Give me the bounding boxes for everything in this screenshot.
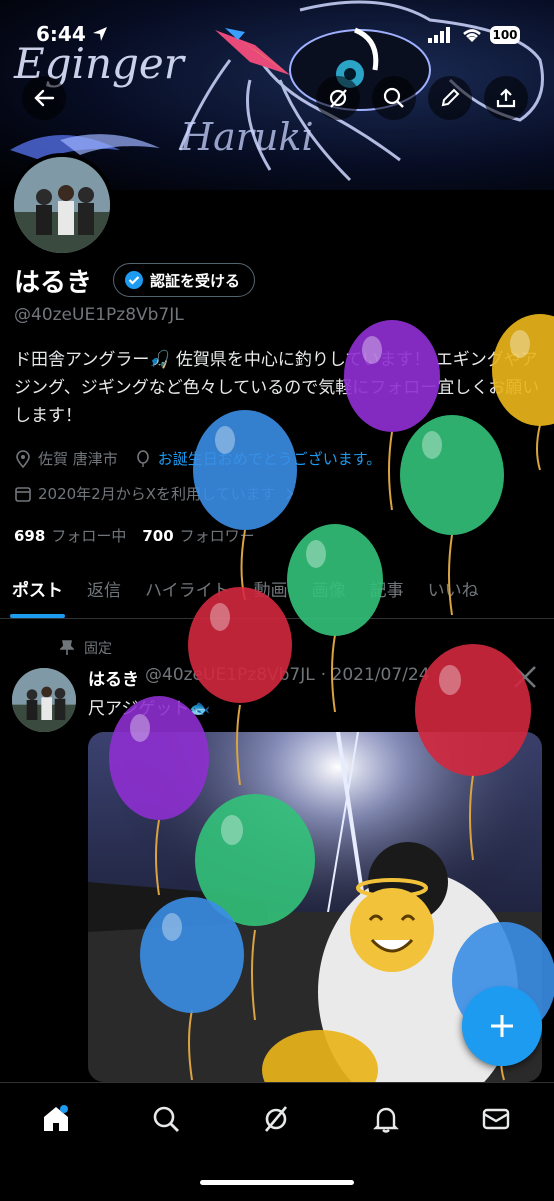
following-link[interactable]: 698 フォロー中: [14, 525, 126, 546]
balloon-icon: [136, 449, 149, 467]
tab-photos[interactable]: 画像: [300, 560, 358, 618]
profile-name: はるき: [14, 268, 93, 298]
followers-label: フォロワー: [179, 527, 255, 545]
profile-handle: @40zeUE1Pz8Vb7JL: [14, 305, 184, 325]
nav-home[interactable]: [36, 1099, 76, 1139]
post-author-name[interactable]: はるき: [88, 665, 139, 690]
nav-notifications[interactable]: [366, 1099, 406, 1139]
get-verified-label: 認証を受ける: [150, 271, 241, 290]
nav-search[interactable]: [146, 1099, 186, 1139]
grok-icon: [329, 89, 347, 108]
tab-likes[interactable]: いいね: [416, 560, 491, 618]
joined-date: 2020年2月からXを利用しています: [38, 485, 276, 503]
location-icon: [16, 449, 30, 468]
tab-highlights[interactable]: ハイライト: [133, 560, 242, 618]
edit-button[interactable]: [428, 76, 472, 120]
tab-articles[interactable]: 記事: [358, 560, 416, 618]
tab-posts[interactable]: ポスト: [0, 560, 75, 618]
profile-location: 佐賀 唐津市: [38, 450, 118, 468]
follow-stats: 698 フォロー中 700 フォロワー: [14, 525, 255, 546]
nav-messages[interactable]: [476, 1099, 516, 1139]
post-header: はるき @40zeUE1Pz8Vb7JL · 2021/07/24: [88, 665, 430, 690]
post-text: 尺アジゲット🐟: [88, 699, 211, 719]
nav-grok[interactable]: [256, 1099, 296, 1139]
search-icon: [383, 87, 404, 108]
profile-meta-row: 佐賀 唐津市 お誕生日おめでとうございます。: [14, 448, 381, 469]
compose-plus-icon[interactable]: [462, 986, 542, 1066]
bell-icon: [373, 1107, 399, 1133]
tab-videos[interactable]: 動画: [242, 560, 300, 618]
edit-icon: [441, 88, 460, 107]
home-indicator: [200, 1180, 354, 1185]
grok-nav-icon: [265, 1106, 287, 1132]
post-date: · 2021/07/24: [320, 665, 430, 685]
x-logo-icon: [512, 664, 538, 690]
get-verified-button[interactable]: 認証を受ける: [113, 263, 256, 297]
status-time: 6:44: [36, 22, 86, 46]
profile-avatar[interactable]: [10, 153, 114, 257]
share-icon: [496, 88, 516, 108]
signal-icon: [428, 27, 450, 43]
following-label: フォロー中: [51, 527, 127, 545]
wifi-icon: [463, 29, 481, 42]
mail-icon: [482, 1108, 510, 1130]
chevron-right-icon: [285, 487, 293, 500]
profile-tabs: ポスト 返信 ハイライト 動画 画像 記事 いいね: [0, 560, 554, 619]
battery-level: 100: [492, 28, 518, 42]
calendar-icon: [15, 486, 31, 502]
share-button[interactable]: [484, 76, 528, 120]
search-nav-icon: [153, 1106, 179, 1132]
grok-button[interactable]: [316, 76, 360, 120]
joined-row[interactable]: 2020年2月からXを利用しています: [14, 483, 296, 504]
following-count: 698: [14, 527, 46, 545]
location-arrow-icon: [92, 26, 108, 46]
pinned-label: 固定: [84, 641, 112, 657]
pin-icon: [60, 640, 74, 655]
tab-replies[interactable]: 返信: [75, 560, 133, 618]
verified-badge-icon: [125, 271, 143, 289]
followers-link[interactable]: 700 フォロワー: [142, 525, 254, 546]
followers-count: 700: [142, 527, 174, 545]
birthday-text: お誕生日おめでとうございます。: [157, 450, 382, 468]
back-button[interactable]: [22, 76, 66, 120]
banner-text-2: Haruki: [179, 115, 314, 159]
back-arrow-icon: [34, 89, 55, 107]
post-avatar[interactable]: [12, 668, 76, 732]
profile-bio: ド田舎アングラー🎣 佐賀県を中心に釣りしています！ エギングやアジング、ジギング…: [14, 350, 540, 426]
post-author-handle: @40zeUE1Pz8Vb7JL: [145, 665, 315, 685]
status-icons: 100: [428, 26, 520, 44]
pinned-indicator: 固定: [60, 638, 112, 658]
home-icon: [44, 1105, 68, 1131]
battery-icon: 100: [490, 26, 520, 44]
search-button[interactable]: [372, 76, 416, 120]
